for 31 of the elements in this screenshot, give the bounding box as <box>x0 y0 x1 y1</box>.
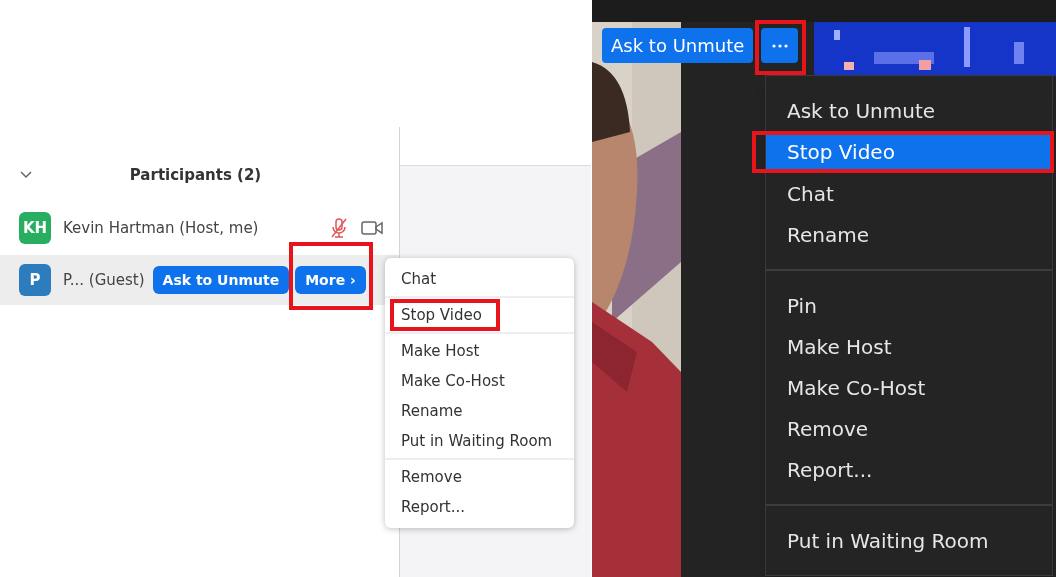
video-camera-icon[interactable] <box>361 220 383 236</box>
panel-title: Participants (2) <box>128 164 263 186</box>
menu-item[interactable]: Report... <box>766 449 1052 490</box>
more-button[interactable] <box>761 28 799 63</box>
menu-item[interactable]: Pin <box>766 285 1052 326</box>
participant-name: Kevin Hartman (Host, me) <box>63 217 259 239</box>
menu-item[interactable]: Rename <box>766 214 1052 255</box>
menu-item[interactable]: Report... <box>401 495 466 519</box>
menu-item[interactable]: Remove <box>401 465 462 489</box>
menu-item[interactable]: Make Host <box>766 326 1052 367</box>
menu-item[interactable]: Stop Video <box>766 135 1050 169</box>
participant-name: P... (Guest) <box>63 269 145 291</box>
menu-item[interactable]: Make Co-Host <box>401 369 505 393</box>
menu-item[interactable]: Put in Waiting Room <box>766 520 1052 561</box>
menu-item[interactable]: Stop Video <box>401 303 482 327</box>
ask-to-unmute-button[interactable]: Ask to Unmute <box>602 28 754 63</box>
action-button[interactable]: More › <box>295 266 366 294</box>
menu-item[interactable]: Make Co-Host <box>766 367 1052 408</box>
more-icon <box>771 43 788 48</box>
avatar: KH <box>19 212 51 244</box>
action-button[interactable]: Ask to Unmute <box>152 266 290 294</box>
menu-item[interactable]: Remove <box>766 408 1052 449</box>
menu-item[interactable]: Rename <box>401 399 463 423</box>
menu-item[interactable]: Chat <box>401 267 437 291</box>
menu-item[interactable]: Put in Waiting Room <box>401 429 553 453</box>
menu-item[interactable]: Make Host <box>401 339 480 363</box>
chevron-down-icon[interactable] <box>20 171 32 179</box>
avatar: P <box>19 264 51 296</box>
menu-item[interactable]: Ask to Unmute <box>766 90 1052 131</box>
muted-microphone-icon[interactable] <box>329 217 349 239</box>
menu-item[interactable]: Chat <box>766 173 1052 214</box>
